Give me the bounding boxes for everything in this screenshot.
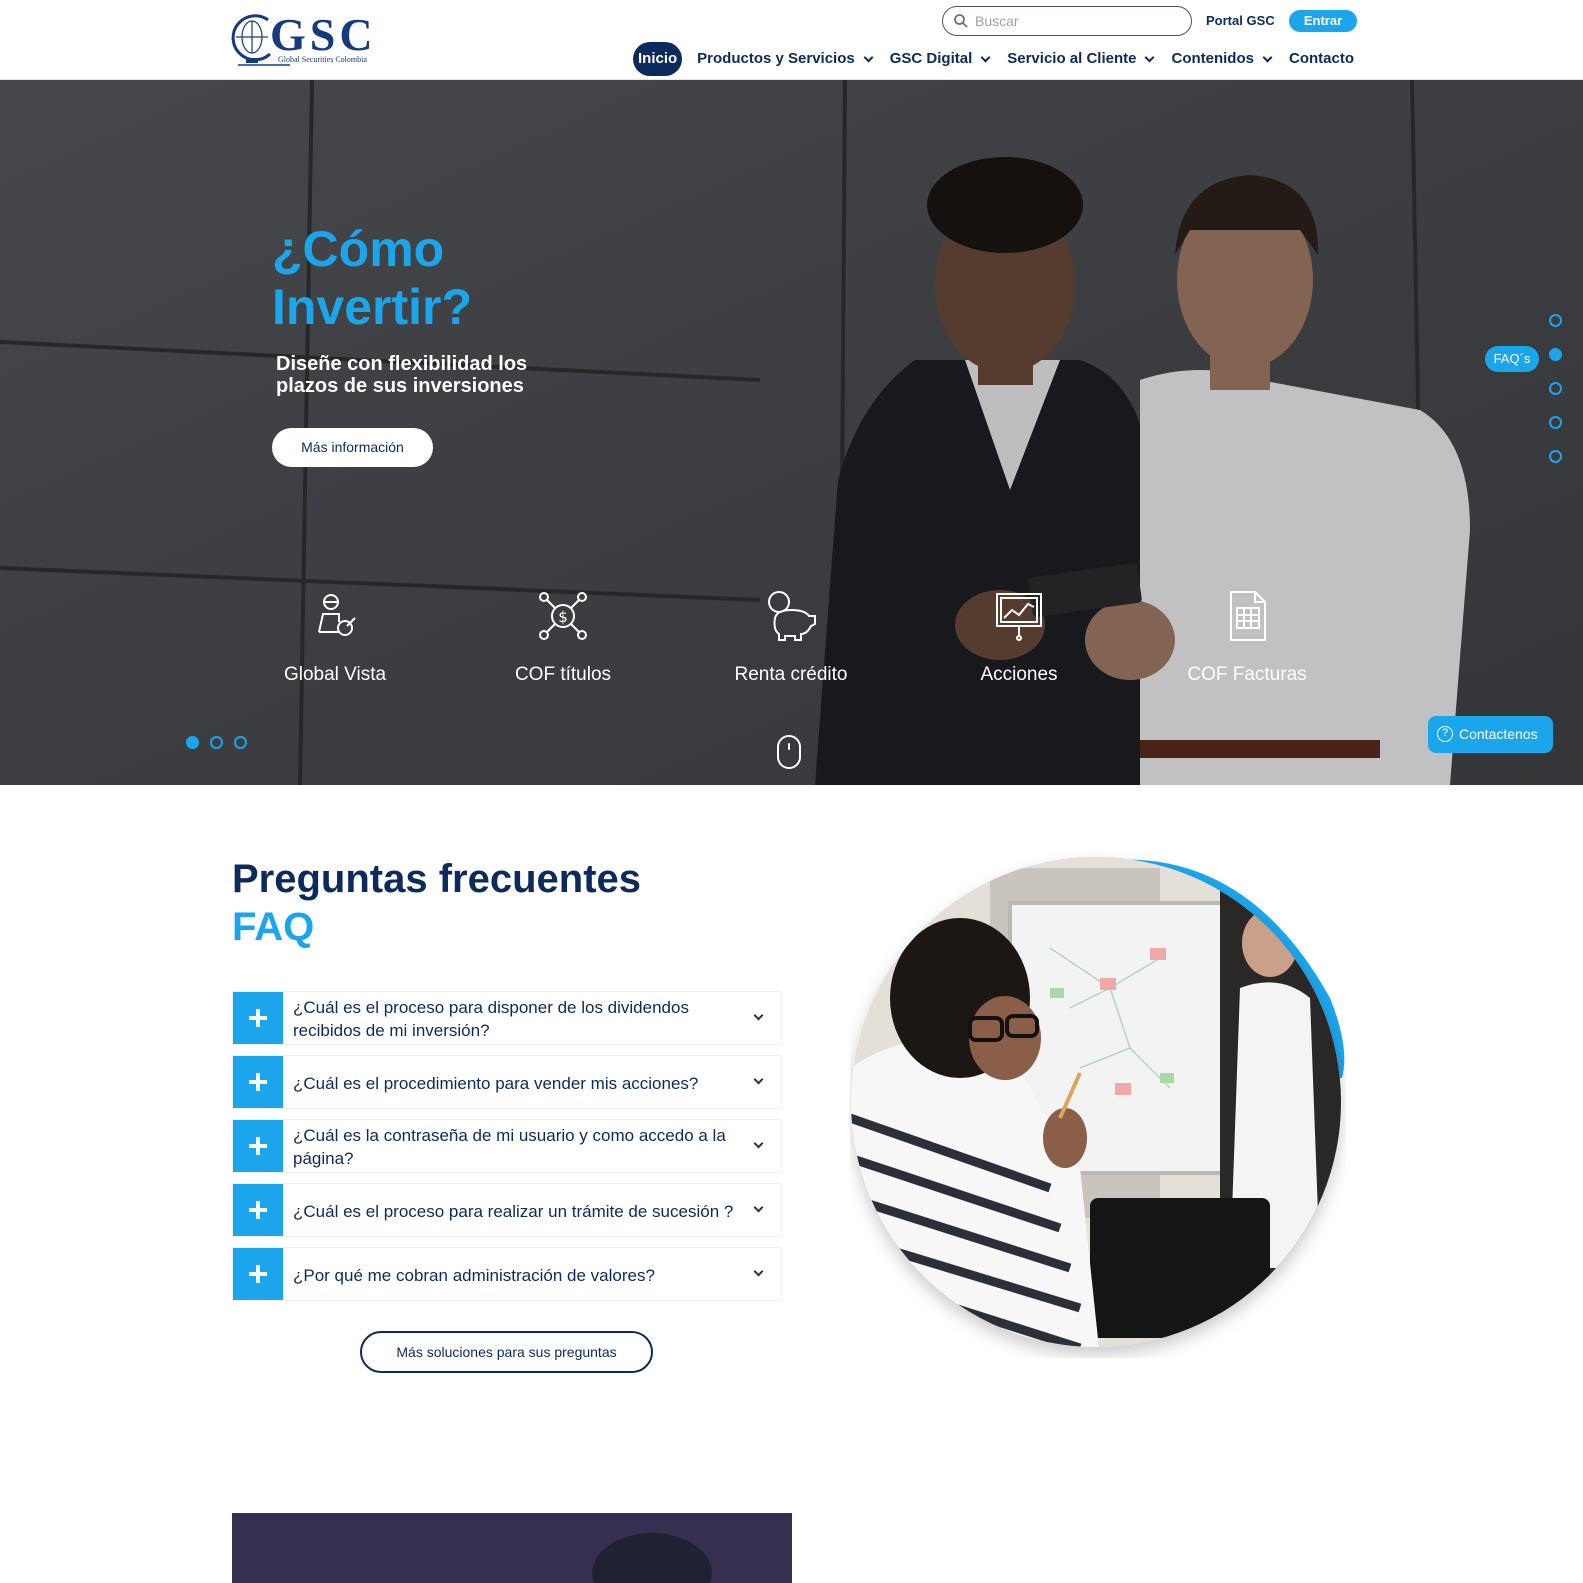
faq-question: ¿Por qué me cobran administración de val… [293,1265,655,1285]
nav-item-productos[interactable]: Productos y Servicios [688,42,881,76]
service-cof-facturas[interactable]: COF Facturas [1147,590,1347,686]
faq-question: ¿Cuál es el proceso para realizar un trá… [293,1201,734,1221]
nav-label: Productos y Servicios [697,50,855,67]
chevron-down-icon[interactable] [753,1138,764,1149]
chevron-down-icon [980,52,991,62]
service-label: Acciones [980,664,1058,685]
service-label: Global Vista [283,664,387,685]
plus-icon[interactable] [233,1056,283,1108]
more-info-button[interactable]: Más información [272,428,433,467]
nav-item-servicio-cliente[interactable]: Servicio al Cliente [998,42,1162,76]
service-label: COF títulos [514,664,612,685]
search-icon[interactable] [953,13,969,29]
slider-dot-2[interactable] [210,736,223,749]
faq-question: ¿Cuál es el procedimiento para vender mi… [293,1073,699,1093]
hero-subtitle: Diseñe con flexibilidad los plazos de su… [276,353,528,397]
svg-text:$: $ [558,608,568,626]
faq-accordion-item[interactable]: ¿Cuál es el procedimiento para vender mi… [232,1055,782,1109]
nav-label: Inicio [638,50,678,67]
faq-subtitle: FAQ [232,905,315,949]
nav-item-gsc-digital[interactable]: GSC Digital [881,42,999,76]
site-header: GSC Global Securities Colombia Portal GS… [0,0,1583,80]
nav-label: GSC Digital [889,50,973,67]
slider-dot-3[interactable] [234,736,247,749]
chevron-down-icon [1262,52,1273,62]
chart-board-icon [996,593,1042,641]
chevron-down-icon [1145,52,1155,62]
nav-label: Servicio al Cliente [1007,50,1137,67]
chevron-down-icon[interactable] [753,1010,764,1021]
main-nav: Inicio Productos y Servicios GSC Digital… [633,42,1363,76]
login-button[interactable]: Entrar [1289,10,1357,32]
scroll-mouse-icon[interactable] [777,735,801,769]
gsc-logo[interactable]: GSC Global Securities Colombia [230,8,385,70]
service-label: COF Facturas [1187,664,1307,685]
service-acciones[interactable]: Acciones [919,590,1119,686]
side-nav-dot-5[interactable] [1549,450,1562,463]
hero-slider: ¿Cómo Invertir? Diseñe con flexibilidad … [0,80,1583,785]
side-nav-tooltip: FAQ´s [1485,346,1539,372]
nav-label: Contacto [1288,50,1354,67]
faq-question: ¿Cuál es el proceso para disponer de los… [293,998,689,1040]
logo-wordmark: GSC [270,9,377,60]
faq-accordion-item[interactable]: ¿Por qué me cobran administración de val… [232,1247,782,1301]
faq-accordion-item[interactable]: ¿Cuál es el proceso para realizar un trá… [232,1183,782,1237]
invoice-document-icon [1230,591,1266,641]
faq-meeting-photo [851,857,1345,1347]
faq-accordion-item[interactable]: ¿Cuál es el proceso para disponer de los… [232,991,782,1045]
plus-icon[interactable] [233,1184,283,1236]
piggy-bank-icon [768,591,816,641]
service-cof-titulos[interactable]: $ COF títulos [463,590,663,686]
plus-icon[interactable] [233,1248,283,1300]
contact-float-label: Contactenos [1459,726,1538,742]
side-nav-dot-2[interactable] [1549,348,1562,361]
service-global-vista[interactable]: Global Vista [235,590,435,686]
chevron-down-icon [863,52,874,62]
logo-subtitle: Global Securities Colombia [278,55,367,64]
hero-title: ¿Cómo Invertir? [272,221,473,335]
nav-label: Contenidos [1171,50,1254,67]
nav-item-contenidos[interactable]: Contenidos [1162,42,1280,76]
side-nav-dot-3[interactable] [1549,382,1562,395]
service-renta-credito[interactable]: Renta crédito [691,590,891,686]
service-label: Renta crédito [734,664,848,685]
nav-item-inicio[interactable]: Inicio [633,42,683,76]
side-nav-dot-4[interactable] [1549,416,1562,429]
contact-float-button[interactable]: ? Contactenos [1428,716,1553,753]
faq-accordion-item[interactable]: ¿Cuál es la contraseña de mi usuario y c… [232,1119,782,1173]
nav-item-contacto[interactable]: Contacto [1280,42,1363,76]
person-advisor-icon [318,594,356,636]
chevron-down-icon[interactable] [753,1074,764,1085]
search-input[interactable] [975,10,1175,32]
more-solutions-button[interactable]: Más soluciones para sus preguntas [360,1331,653,1373]
slider-dot-1[interactable] [186,736,199,749]
section-preview-image [232,1513,792,1583]
plus-icon[interactable] [233,1120,283,1172]
slider-pagination [186,736,247,749]
side-nav-dot-1[interactable] [1549,314,1562,327]
preview-photo [232,1513,792,1583]
chevron-down-icon[interactable] [753,1202,764,1213]
faq-title: Preguntas frecuentes [232,857,642,901]
plus-icon[interactable] [233,992,283,1044]
faq-question: ¿Cuál es la contraseña de mi usuario y c… [293,1126,726,1168]
portal-gsc-link[interactable]: Portal GSC [1206,13,1275,28]
search-box [942,6,1192,36]
help-icon: ? [1437,726,1453,742]
chevron-down-icon[interactable] [753,1266,764,1277]
dollar-network-icon: $ [539,592,587,640]
